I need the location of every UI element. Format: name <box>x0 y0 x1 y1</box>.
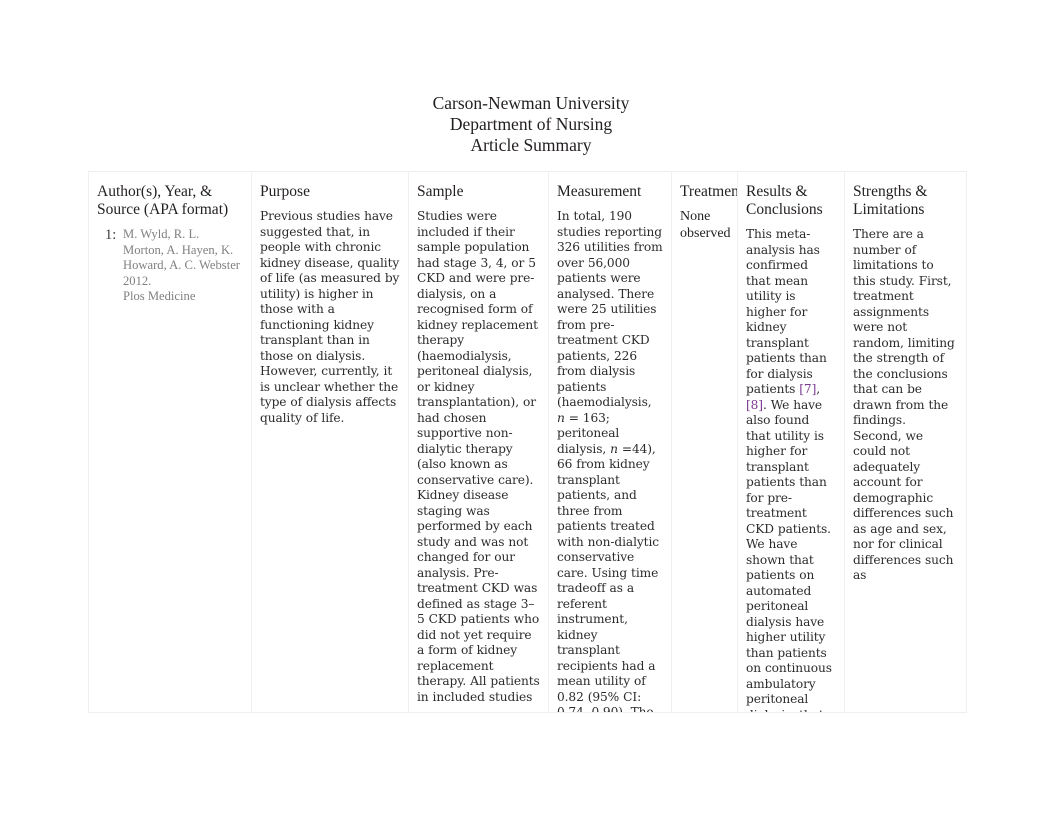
results-text: This meta-analysis has confirmed that me… <box>746 227 836 712</box>
column-header-author: Author(s), Year, & Source (APA format) <box>97 183 229 218</box>
treatment-text: None observed <box>680 209 731 241</box>
cell-purpose: Purpose Previous studies have suggested … <box>251 171 409 713</box>
measurement-variable-n-1: n <box>557 410 565 425</box>
column-header-purpose: Purpose <box>260 183 310 200</box>
citation-link-8[interactable]: [8] <box>746 398 763 412</box>
purpose-text: Previous studies have suggested that, in… <box>260 209 400 425</box>
cell-results: Results & Conclusions This meta-analysis… <box>737 171 845 713</box>
institution-name: Carson-Newman University <box>432 93 630 113</box>
department-name: Department of Nursing <box>449 113 613 134</box>
author-entry-number: 1: <box>105 227 117 243</box>
cell-treatment: Treatment None observed <box>671 171 738 713</box>
table-row: Author(s), Year, & Source (APA format) 1… <box>88 171 967 713</box>
measurement-text-part-3: =44), 66 from kidney transplant patients… <box>557 441 659 712</box>
cell-author: Author(s), Year, & Source (APA format) 1… <box>88 171 252 713</box>
document-type: Article Summary <box>470 134 592 155</box>
column-header-results: Results & Conclusions <box>746 183 823 218</box>
results-text-part-1: This meta-analysis has confirmed that me… <box>746 227 827 396</box>
strengths-text: There are a number of limitations to thi… <box>853 227 955 582</box>
column-header-sample: Sample <box>417 183 464 200</box>
article-summary-table: Author(s), Year, & Source (APA format) 1… <box>88 171 967 713</box>
measurement-text: In total, 190 studies reporting 326 util… <box>557 209 663 712</box>
results-text-part-2: . We have also found that utility is hig… <box>746 397 832 712</box>
author-year: 2012. <box>123 273 152 288</box>
author-entry: 1: M. Wyld, R. L. Morton, A. Hayen, K. H… <box>97 227 243 305</box>
measurement-text-part-1: In total, 190 studies reporting 326 util… <box>557 209 663 409</box>
author-names: M. Wyld, R. L. Morton, A. Hayen, K. Howa… <box>123 227 240 273</box>
citation-link-7[interactable]: [7] <box>799 382 816 396</box>
document-heading: Carson-Newman University Department of N… <box>0 93 1062 155</box>
column-header-strengths: Strengths & Limitations <box>853 183 928 218</box>
measurement-variable-n-2: n <box>610 441 618 456</box>
author-source: Plos Medicine <box>123 289 196 304</box>
citation-separator: , <box>816 382 821 396</box>
column-header-treatment: Treatment <box>680 183 737 200</box>
column-header-measurement: Measurement <box>557 183 642 200</box>
cell-measurement: Measurement In total, 190 studies report… <box>548 171 672 713</box>
cell-strengths: Strengths & Limitations There are a numb… <box>844 171 967 713</box>
sample-text: Studies were included if their sample po… <box>417 209 540 704</box>
cell-sample: Sample Studies were included if their sa… <box>408 171 549 713</box>
